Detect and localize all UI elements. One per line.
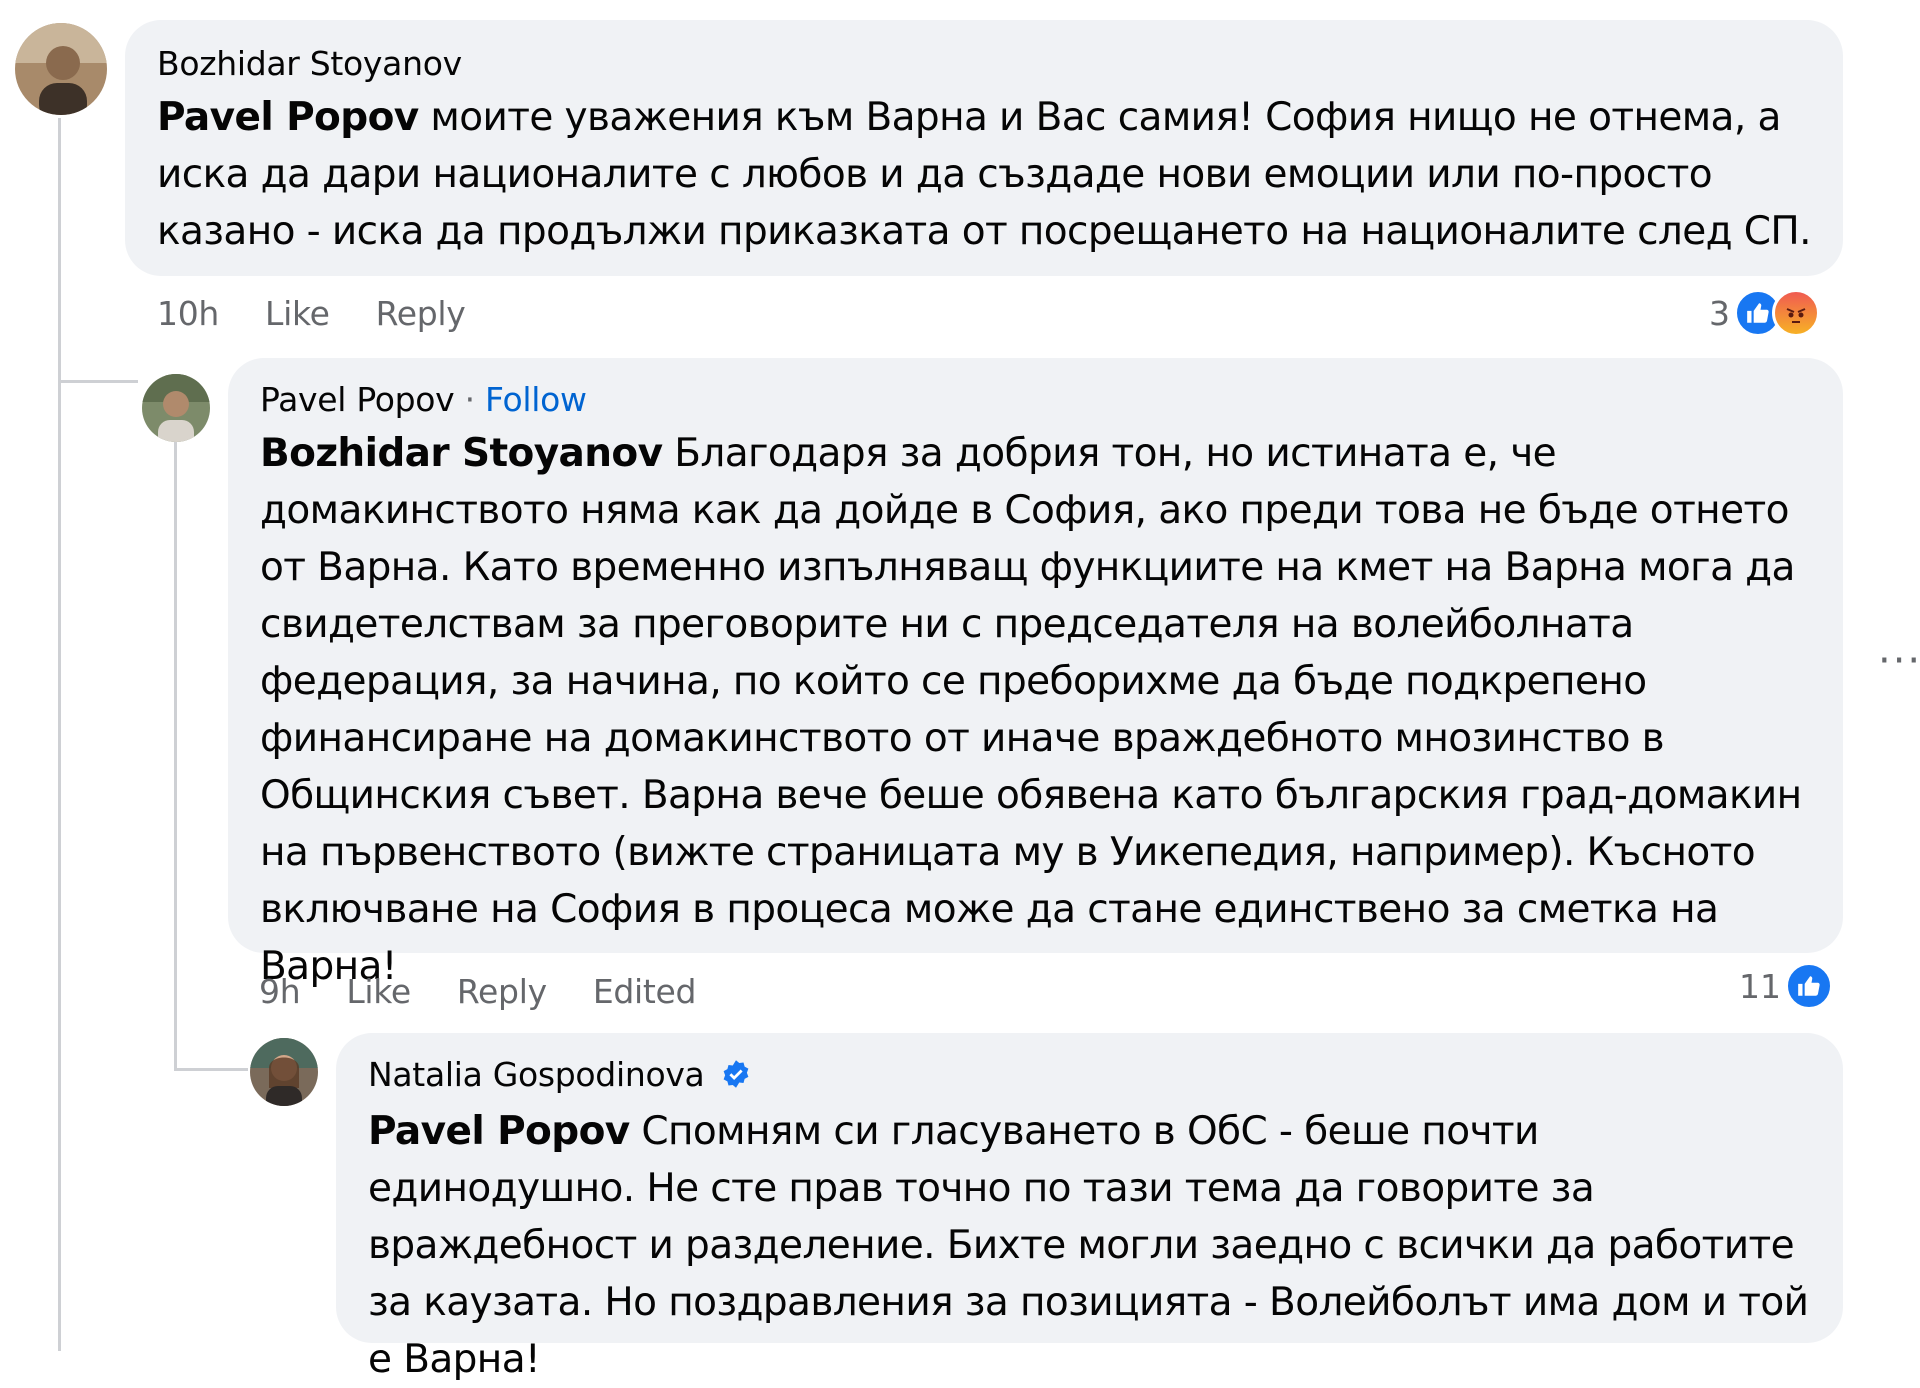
- comment-actions: 9h Like Reply Edited: [259, 972, 742, 1011]
- avatar[interactable]: [15, 23, 107, 115]
- timestamp[interactable]: 10h: [157, 294, 219, 333]
- edited-label: Edited: [592, 972, 697, 1011]
- comment-author[interactable]: Natalia Gospodinova: [368, 1055, 705, 1094]
- comment-author-row: Natalia Gospodinova: [368, 1055, 1813, 1097]
- reaction-count: 11: [1739, 966, 1781, 1006]
- comment-author[interactable]: Pavel Popov: [260, 380, 455, 419]
- thread-line-branch-1: [58, 380, 138, 383]
- reaction-count: 3: [1709, 293, 1730, 333]
- thread-line-sub: [174, 430, 177, 1070]
- like-reaction-icon: [1785, 962, 1833, 1010]
- avatar[interactable]: [142, 374, 210, 442]
- thread-line-main: [58, 118, 61, 1351]
- comment-text: Pavel Popov Спомням си гласуването в ОбС…: [368, 1103, 1813, 1388]
- reply-button[interactable]: Reply: [457, 972, 547, 1011]
- comment-text: Pavel Popov моите уважения към Варна и В…: [157, 89, 1813, 260]
- reaction-summary[interactable]: 11: [1739, 962, 1833, 1010]
- separator-dot: ·: [464, 380, 476, 419]
- timestamp[interactable]: 9h: [259, 972, 301, 1011]
- like-button[interactable]: Like: [346, 972, 411, 1011]
- more-options-icon[interactable]: ···: [1878, 638, 1920, 684]
- angry-reaction-icon: [1772, 289, 1820, 337]
- comment-bubble: Bozhidar Stoyanov Pavel Popov моите уваж…: [125, 20, 1843, 276]
- comment-actions: 10h Like Reply: [157, 294, 512, 333]
- mention-link[interactable]: Bozhidar Stoyanov: [260, 431, 663, 476]
- comment-author-row: Pavel Popov · Follow: [260, 380, 1813, 419]
- mention-link[interactable]: Pavel Popov: [368, 1109, 630, 1154]
- thread-line-branch-2: [174, 1068, 248, 1071]
- comment-body: Благодаря за добрия тон, но истината е, …: [260, 431, 1802, 989]
- comment-author[interactable]: Bozhidar Stoyanov: [157, 44, 1813, 83]
- avatar[interactable]: [250, 1038, 318, 1106]
- verified-badge-icon: [721, 1058, 751, 1097]
- follow-button[interactable]: Follow: [485, 380, 587, 419]
- mention-link[interactable]: Pavel Popov: [157, 95, 419, 140]
- comment-bubble: Pavel Popov · Follow Bozhidar Stoyanov Б…: [228, 358, 1843, 989]
- reply-button[interactable]: Reply: [376, 294, 466, 333]
- like-button[interactable]: Like: [265, 294, 330, 333]
- reaction-summary[interactable]: 3: [1709, 289, 1820, 337]
- comment-bubble: Natalia Gospodinova Pavel Popov Спомням …: [336, 1033, 1843, 1382]
- comment-text: Bozhidar Stoyanov Благодаря за добрия то…: [260, 425, 1813, 995]
